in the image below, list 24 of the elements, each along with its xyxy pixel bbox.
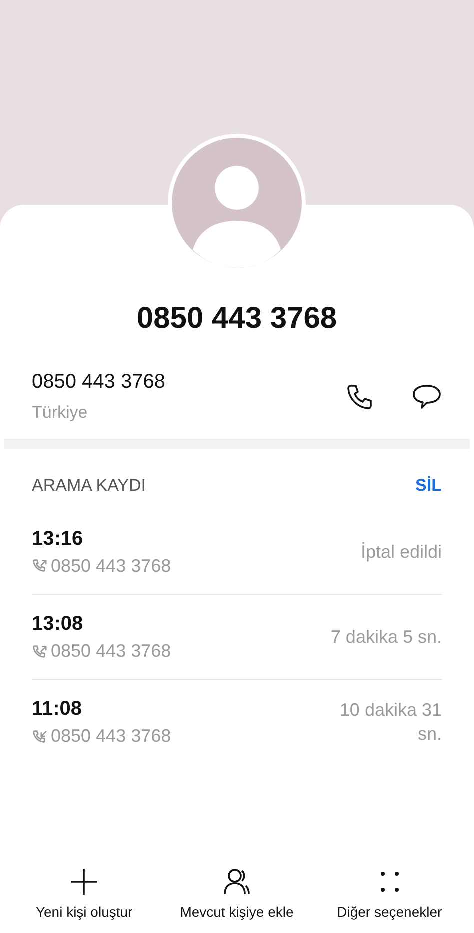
call-status: 7 dakika 5 sn.	[330, 626, 442, 649]
message-icon	[412, 383, 442, 411]
contact-title: 0850 443 3768	[136, 301, 338, 337]
call-icon	[32, 728, 47, 744]
call-status: İptal edildi	[360, 540, 442, 564]
call-time: 13:08	[32, 612, 84, 637]
person-icon	[222, 868, 251, 896]
phone-icon	[346, 383, 374, 411]
call-icon	[32, 644, 47, 658]
action-button[interactable]: Yeni kişi oluştur	[9, 868, 160, 923]
phone-number: 0850 443 3768	[32, 370, 166, 395]
call-icon	[32, 558, 47, 573]
call-time: 13:16	[32, 526, 84, 552]
plus-icon	[70, 868, 98, 896]
action-button[interactable]: Mevcut kişiye ekle	[162, 868, 312, 923]
call-time: 11:08	[32, 697, 84, 722]
call-number: 0850 443 3768	[51, 725, 172, 748]
call-number: 0850 443 3768	[51, 554, 172, 578]
action-button[interactable]: Diğer seçenekler	[314, 868, 465, 923]
region-label: Türkiye	[32, 402, 89, 424]
call-status: 10 dakika 31 sn.	[338, 699, 442, 746]
delete-button[interactable]: SİL	[416, 473, 442, 499]
call-number: 0850 443 3768	[51, 640, 172, 663]
section-heading: ARAMA KAYDI	[32, 475, 146, 498]
